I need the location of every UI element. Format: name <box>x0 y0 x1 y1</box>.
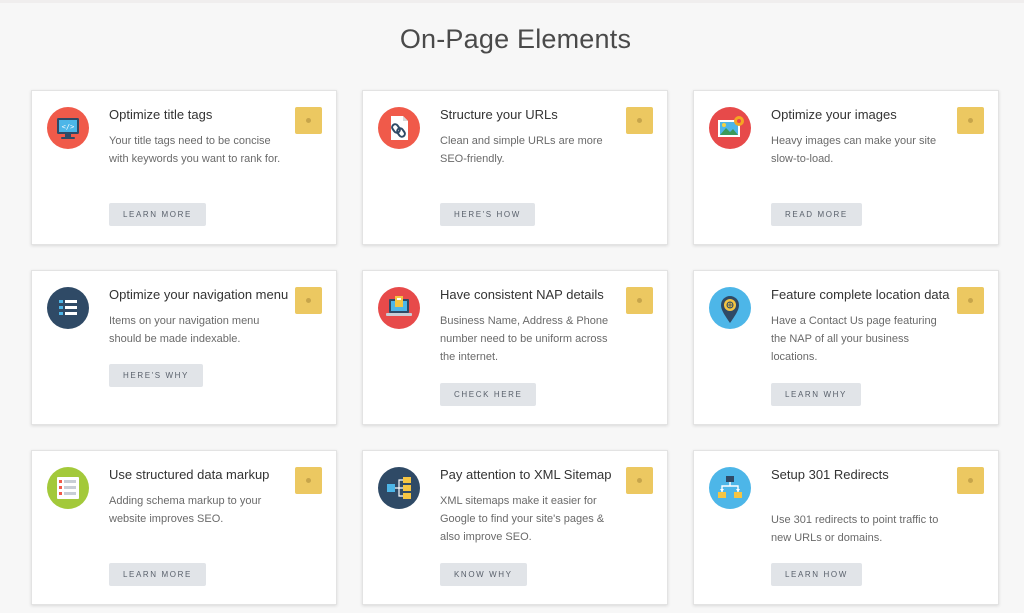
bookmark-dot <box>306 298 311 303</box>
card-description: Have a Contact Us page featuring the NAP… <box>771 315 937 363</box>
card-title: Optimize title tags <box>109 107 213 122</box>
card-description: Use 301 redirects to point traffic to ne… <box>771 514 939 544</box>
card-description: Clean and simple URLs are more SEO-frien… <box>440 135 603 165</box>
learn-more-button[interactable]: LEARN MORE <box>109 203 206 226</box>
image-settings-icon <box>709 107 751 149</box>
card-title: Pay attention to XML Sitemap <box>440 467 612 482</box>
card-301-redirects: Setup 301 Redirects Use 301 redirects to… <box>693 450 999 605</box>
bookmark-icon[interactable] <box>295 107 322 134</box>
card-xml-sitemap: Pay attention to XML Sitemap XML sitemap… <box>362 450 668 605</box>
card-navigation-menu: Optimize your navigation menu Items on y… <box>31 270 337 425</box>
card-description: Business Name, Address & Phone number ne… <box>440 315 609 363</box>
schema-list-icon <box>47 467 89 509</box>
card-location-data: Feature complete location data Have a Co… <box>693 270 999 425</box>
menu-list-icon <box>47 287 89 329</box>
card-structure-urls: Structure your URLs Clean and simple URL… <box>362 90 668 245</box>
redirect-icon <box>709 467 751 509</box>
card-title: Use structured data markup <box>109 467 270 482</box>
bookmark-dot <box>306 118 311 123</box>
card-title: Have consistent NAP details <box>440 287 604 302</box>
bookmark-icon[interactable] <box>626 107 653 134</box>
bookmark-dot <box>968 298 973 303</box>
bookmark-dot <box>637 298 642 303</box>
card-nap-details: Have consistent NAP details Business Nam… <box>362 270 668 425</box>
laptop-business-icon <box>378 287 420 329</box>
bookmark-icon[interactable] <box>295 287 322 314</box>
heres-why-button[interactable]: HERE'S WHY <box>109 364 203 387</box>
card-description: Adding schema markup to your website imp… <box>109 495 262 525</box>
card-title: Feature complete location data <box>771 287 950 302</box>
bookmark-icon[interactable] <box>295 467 322 494</box>
bookmark-dot <box>306 478 311 483</box>
location-pin-icon <box>709 287 751 329</box>
card-description: XML sitemaps make it easier for Google t… <box>440 495 605 543</box>
read-more-button[interactable]: READ MORE <box>771 203 862 226</box>
link-document-icon <box>378 107 420 149</box>
cards-grid: </> Optimize title tags Your title tags … <box>0 0 1024 613</box>
learn-how-button[interactable]: LEARN HOW <box>771 563 862 586</box>
learn-more-button[interactable]: LEARN MORE <box>109 563 206 586</box>
bookmark-dot <box>968 118 973 123</box>
bookmark-dot <box>637 478 642 483</box>
svg-text:</>: </> <box>62 123 75 131</box>
monitor-code-icon: </> <box>47 107 89 149</box>
card-title: Structure your URLs <box>440 107 558 122</box>
card-description: Heavy images can make your site slow-to-… <box>771 135 937 165</box>
card-optimize-title-tags: </> Optimize title tags Your title tags … <box>31 90 337 245</box>
card-title: Optimize your images <box>771 107 897 122</box>
bookmark-icon[interactable] <box>626 287 653 314</box>
bookmark-dot <box>968 478 973 483</box>
know-why-button[interactable]: KNOW WHY <box>440 563 527 586</box>
heres-how-button[interactable]: HERE'S HOW <box>440 203 535 226</box>
card-structured-data: Use structured data markup Adding schema… <box>31 450 337 605</box>
bookmark-icon[interactable] <box>957 467 984 494</box>
card-title: Setup 301 Redirects <box>771 467 889 482</box>
card-description: Your title tags need to be concise with … <box>109 135 281 165</box>
check-here-button[interactable]: CHECK HERE <box>440 383 537 406</box>
card-title: Optimize your navigation menu <box>109 287 289 302</box>
bookmark-icon[interactable] <box>957 287 984 314</box>
card-description: Items on your navigation menu should be … <box>109 315 260 345</box>
bookmark-icon[interactable] <box>626 467 653 494</box>
learn-why-button[interactable]: LEARN WHY <box>771 383 861 406</box>
bookmark-dot <box>637 118 642 123</box>
sitemap-icon <box>378 467 420 509</box>
card-optimize-images: Optimize your images Heavy images can ma… <box>693 90 999 245</box>
bookmark-icon[interactable] <box>957 107 984 134</box>
